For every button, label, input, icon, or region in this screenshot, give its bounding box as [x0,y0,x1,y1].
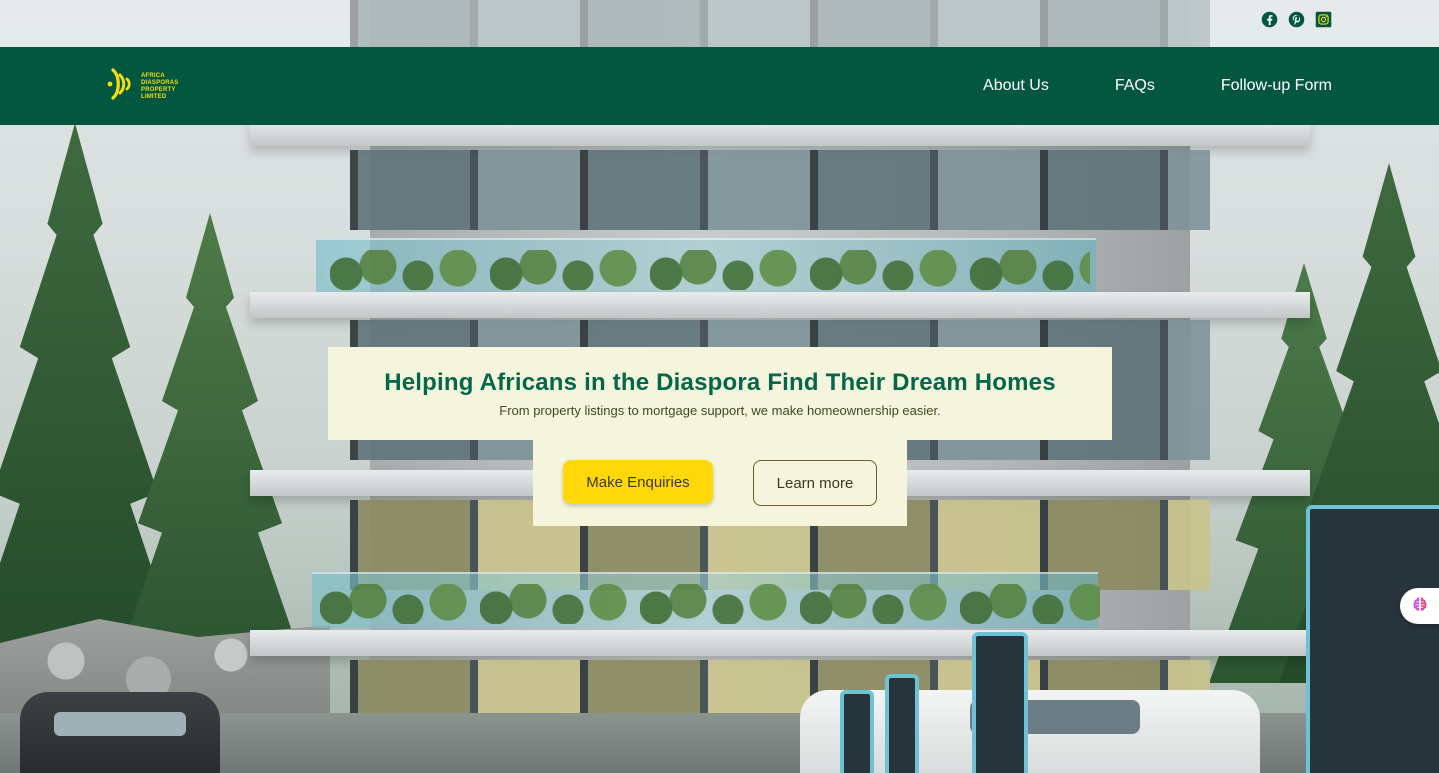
ev-charger [972,632,1028,773]
pinterest-icon[interactable] [1288,11,1305,28]
hero-subtitle: From property listings to mortgage suppo… [499,403,941,418]
logo-text: AFRICA DIASPORAS PROPERTY LIMITED [141,73,178,101]
learn-more-button[interactable]: Learn more [753,460,877,506]
brain-icon [1410,594,1430,619]
hero-cta-card: Make Enquiries Learn more [533,440,907,526]
ev-charger [1306,505,1439,773]
logo-line: LIMITED [141,93,167,100]
social-links [1261,11,1332,28]
hero-text-card: Helping Africans in the Diaspora Find Th… [328,347,1112,440]
car [20,692,220,773]
building-slab [250,292,1310,318]
logo-mark-icon [107,66,137,107]
main-navbar: AFRICA DIASPORAS PROPERTY LIMITED About … [0,47,1439,125]
nav-item-faqs[interactable]: FAQs [1115,77,1155,95]
top-utility-bar [0,0,1439,47]
window-band [350,150,1210,230]
assistant-widget[interactable] [1400,588,1439,624]
brand-logo[interactable]: AFRICA DIASPORAS PROPERTY LIMITED [107,66,178,107]
building-slab [250,630,1310,656]
facebook-icon[interactable] [1261,11,1278,28]
balcony-plants [320,584,1100,624]
logo-line: DIASPORAS [141,79,179,86]
logo-line: PROPERTY [141,86,176,93]
balcony-plants [330,250,1090,290]
nav-item-about-us[interactable]: About Us [983,77,1049,95]
make-enquiries-button[interactable]: Make Enquiries [563,460,713,504]
instagram-icon[interactable] [1315,11,1332,28]
logo-line: AFRICA [141,72,165,79]
nav-item-follow-up-form[interactable]: Follow-up Form [1221,77,1332,95]
ev-charger [885,674,919,773]
ev-charger [840,690,874,773]
nav-menu: About Us FAQs Follow-up Form [983,47,1332,125]
hero-title: Helping Africans in the Diaspora Find Th… [384,369,1056,396]
